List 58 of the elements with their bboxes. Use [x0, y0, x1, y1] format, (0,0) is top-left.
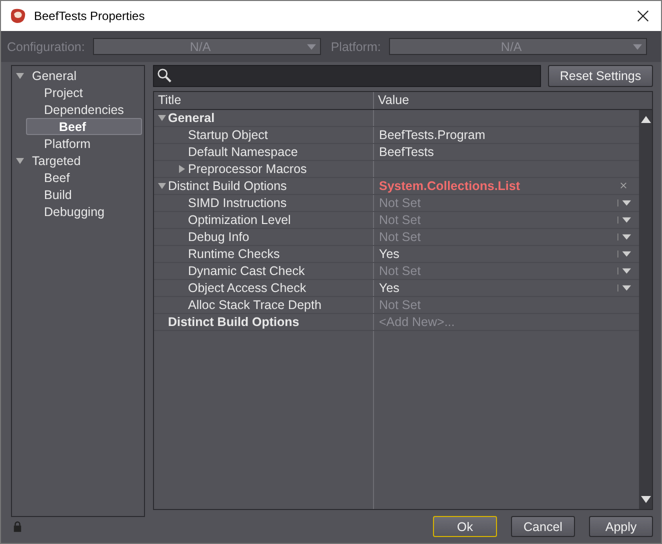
dropdown-arrow-icon[interactable]: [617, 250, 631, 258]
property-name: Alloc Stack Trace Depth: [188, 298, 322, 312]
column-header[interactable]: Value: [373, 92, 652, 109]
configuration-label: Configuration:: [7, 40, 85, 54]
tree-item[interactable]: Beef: [59, 120, 86, 134]
expand-arrow-icon[interactable]: [178, 164, 186, 173]
tree-item[interactable]: Beef: [44, 170, 70, 184]
property-value[interactable]: Yes: [379, 280, 617, 295]
property-value[interactable]: BeefTests.Program: [379, 128, 631, 142]
lock-icon: [13, 521, 22, 532]
scroll-up-icon[interactable]: [640, 116, 650, 123]
steak-icon: [9, 7, 27, 25]
tree-item[interactable]: Targeted: [32, 154, 81, 168]
expand-arrow-icon[interactable]: [158, 114, 166, 122]
scrollbar[interactable]: [639, 110, 652, 509]
dropdown-arrow-icon: [632, 44, 642, 50]
search-icon: [157, 68, 172, 84]
platform-label: Platform:: [330, 40, 381, 54]
tree-item[interactable]: Project: [44, 86, 83, 100]
property-value[interactable]: BeefTests: [379, 144, 631, 159]
property-name: Optimization Level: [188, 212, 291, 227]
tree-item[interactable]: Platform: [44, 136, 91, 150]
expand-arrow-icon[interactable]: [158, 182, 166, 190]
property-name: Runtime Checks: [188, 246, 280, 261]
property-name: Preprocessor Macros: [188, 162, 307, 176]
property-name: Dynamic Cast Check: [188, 264, 305, 278]
dropdown-arrow-icon[interactable]: [617, 216, 631, 224]
property-name: Debug Info: [188, 230, 250, 244]
scroll-down-icon[interactable]: [640, 496, 650, 503]
column-header[interactable]: Title: [154, 92, 373, 109]
property-name: Distinct Build Options: [168, 314, 300, 329]
close-icon[interactable]: [637, 10, 649, 22]
reset-settings-button[interactable]: Reset Settings: [548, 65, 653, 87]
tree-item[interactable]: Dependencies: [44, 102, 124, 116]
property-name: Startup Object: [188, 128, 268, 142]
property-name: Object Access Check: [188, 280, 306, 295]
property-name: Default Namespace: [188, 144, 298, 159]
expand-arrow-icon[interactable]: [16, 72, 24, 80]
dialog-button[interactable]: Apply: [589, 516, 653, 537]
dialog-button[interactable]: Ok: [433, 516, 497, 537]
tree-item[interactable]: General: [32, 68, 76, 82]
dialog-button[interactable]: Cancel: [511, 516, 575, 537]
window-title: BeefTests Properties: [34, 9, 146, 23]
tree-item[interactable]: Debugging: [44, 204, 104, 218]
dropdown-arrow-icon[interactable]: [617, 266, 631, 275]
tree-item[interactable]: Build: [44, 188, 72, 202]
dropdown-arrow-icon: [306, 44, 316, 50]
search-field[interactable]: [153, 65, 541, 87]
dropdown-arrow-icon[interactable]: [617, 232, 631, 241]
property-name: General: [168, 110, 215, 125]
property-name: SIMD Instructions: [188, 196, 287, 210]
dropdown-arrow-icon[interactable]: [617, 284, 631, 292]
expand-arrow-icon[interactable]: [16, 156, 24, 164]
property-name: Distinct Build Options: [168, 178, 287, 193]
type-filter-value: System.Collections.List: [379, 178, 522, 193]
remove-icon[interactable]: [620, 182, 627, 190]
dropdown-arrow-icon[interactable]: [617, 198, 631, 207]
property-value[interactable]: Yes: [379, 246, 617, 261]
